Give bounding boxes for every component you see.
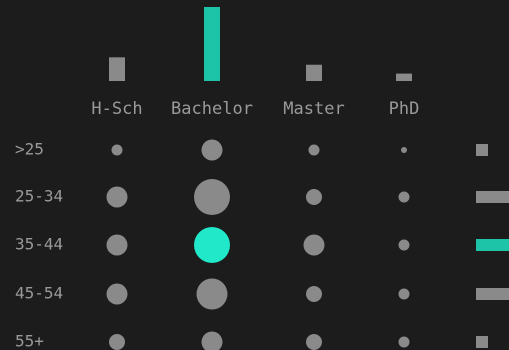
- row-label: >25: [15, 140, 44, 159]
- data-dot: [111, 144, 123, 156]
- row-label: 35-44: [15, 235, 63, 254]
- row-total-bar: [476, 191, 509, 203]
- data-dot: [306, 334, 322, 350]
- column-total-bar: [204, 7, 220, 81]
- row-total-bar: [476, 239, 509, 251]
- data-dot: [194, 227, 230, 263]
- data-dot: [201, 331, 223, 350]
- data-dot: [401, 147, 407, 153]
- data-dot: [106, 234, 128, 256]
- data-dot: [303, 234, 325, 256]
- data-dot: [194, 179, 230, 215]
- column-total-bar: [396, 73, 412, 81]
- data-dot: [306, 286, 322, 302]
- row-label: 25-34: [15, 187, 63, 206]
- column-label: Bachelor: [171, 99, 253, 119]
- data-dot: [308, 144, 320, 156]
- row-total-bar: [476, 336, 488, 348]
- column-label: H-Sch: [91, 99, 142, 119]
- data-dot: [398, 288, 410, 300]
- column-label: Master: [283, 99, 344, 119]
- row-total-bar: [476, 144, 488, 156]
- data-dot: [398, 191, 410, 203]
- data-dot: [398, 239, 410, 251]
- data-dot: [106, 186, 128, 208]
- column-label: PhD: [389, 99, 420, 119]
- row-total-bar: [476, 288, 509, 300]
- column-total-bar: [306, 64, 322, 81]
- data-dot: [398, 336, 410, 348]
- chart: H-Sch Bachelor Master PhD >25 25-34 35-44 45-54…: [0, 0, 509, 350]
- row-label: 55+: [15, 332, 44, 350]
- data-dot: [201, 139, 223, 161]
- data-dot: [106, 283, 128, 305]
- chart-svg: H-Sch Bachelor Master PhD >25 25-34 35-44 45-54…: [15, 7, 509, 350]
- data-dot: [306, 189, 322, 205]
- data-dot: [109, 334, 125, 350]
- row-label: 45-54: [15, 284, 63, 303]
- column-total-bar: [109, 57, 125, 81]
- data-dot: [196, 278, 228, 310]
